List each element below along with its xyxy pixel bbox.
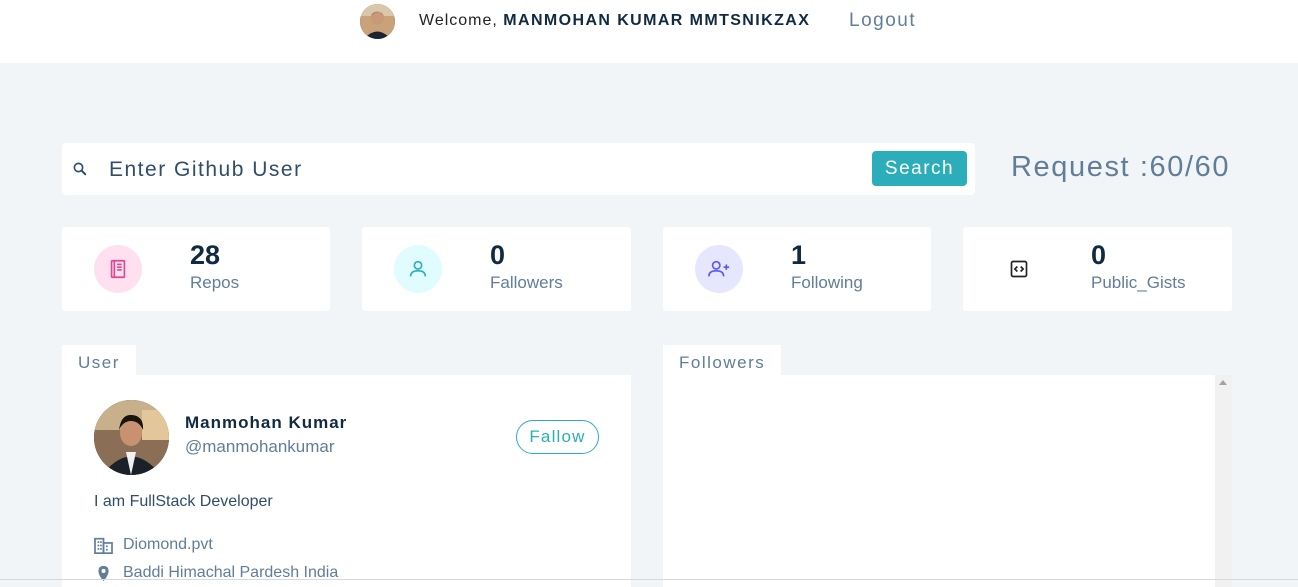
building-icon [94,537,113,554]
company-text: Diomond.pvt [123,536,213,553]
user-plus-icon [695,245,743,293]
stat-card-followers: 0 Fallowers [362,227,631,311]
search-input[interactable] [107,153,851,187]
user-bio: I am FullStack Developer [94,493,273,510]
stat-label: Repos [190,273,240,292]
user-icon [394,245,442,293]
follow-button[interactable]: Fallow [516,420,599,454]
stat-label: Public_Gists [1091,273,1186,292]
stat-card-following: 1 Following [663,227,931,311]
company-row: Diomond.pvt [94,536,213,554]
tab-user: User [62,345,136,375]
search-icon [73,162,87,176]
stat-value: 0 [1091,240,1107,270]
scroll-up-arrow-icon[interactable] [1219,380,1227,385]
stat-label: Fallowers [490,273,563,292]
user-name: Manmohan Kumar [185,413,348,432]
nav-avatar [360,4,395,39]
stat-label: Following [791,273,863,292]
user-avatar [94,400,169,475]
search-button[interactable]: Search [872,151,967,186]
nav-username: MANMOHAN KUMAR MMTSNIKZAX [503,12,811,29]
tab-followers: Followers [663,345,782,375]
stat-card-repos: 28 Repos [62,227,330,311]
bottom-divider [0,579,1298,580]
stat-value: 28 [190,240,221,270]
stat-card-gists: 0 Public_Gists [963,227,1232,311]
book-icon [94,245,142,293]
followers-scrollbar[interactable] [1215,375,1232,587]
welcome-prefix: Welcome, [419,12,498,29]
stat-value: 1 [791,240,807,270]
code-icon [995,245,1043,293]
user-card: Manmohan Kumar @manmohankumar Fallow I a… [62,375,631,587]
logout-button[interactable]: Logout [849,10,916,32]
request-counter: Request :60/60 [1011,151,1231,183]
user-handle: @manmohankumar [185,437,335,456]
followers-list[interactable] [663,375,1215,587]
welcome-text: Welcome, MANMOHAN KUMAR MMTSNIKZAX [419,12,810,30]
search-form: Search [62,143,975,195]
stat-value: 0 [490,240,506,270]
top-nav: Welcome, MANMOHAN KUMAR MMTSNIKZAX Logou… [0,0,1298,63]
